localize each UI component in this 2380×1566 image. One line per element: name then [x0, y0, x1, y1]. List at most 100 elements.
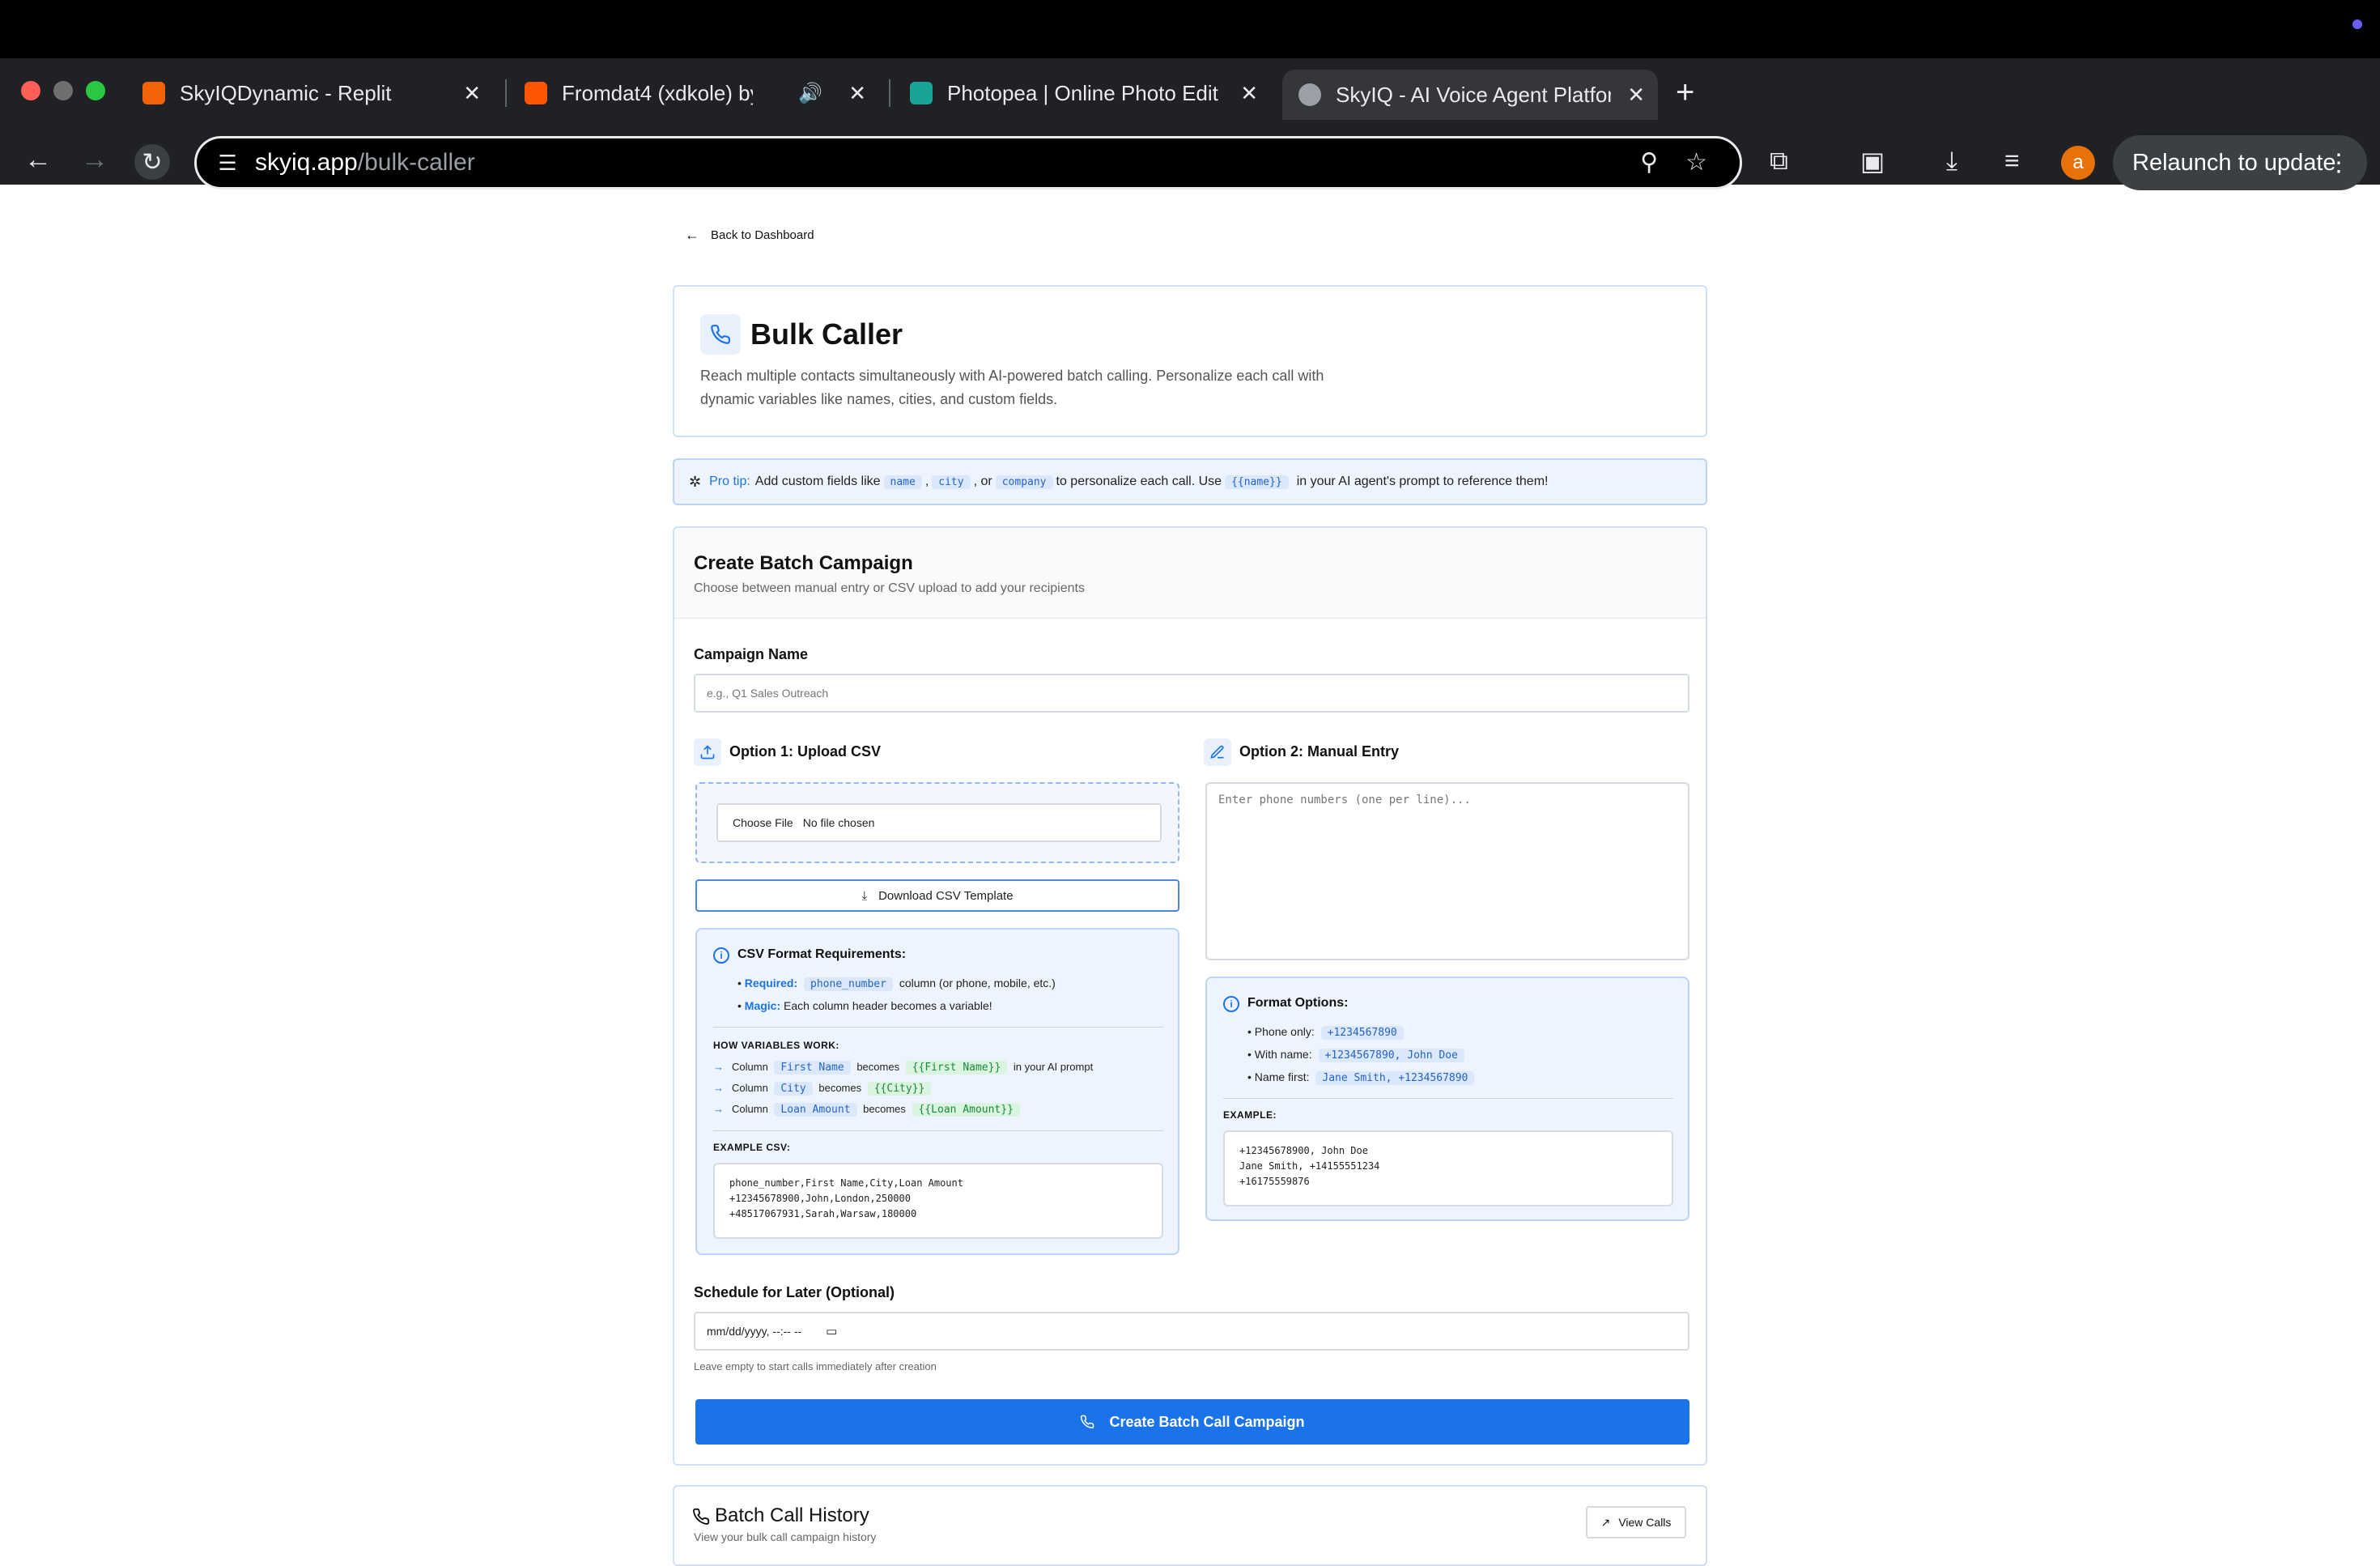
page-header-card: Bulk Caller Reach multiple contacts simu… — [673, 285, 1707, 437]
profile-avatar[interactable]: a — [2061, 146, 2095, 180]
phone-icon — [700, 314, 741, 355]
globe-icon — [1298, 83, 1321, 106]
info-icon: i — [1223, 996, 1239, 1012]
sparkle-icon: ✲ — [689, 473, 702, 490]
pro-tip-label: Pro tip: — [709, 474, 750, 488]
back-arrow-icon[interactable]: ← — [24, 144, 52, 176]
tab-title: SkyIQDynamic - Replit — [180, 80, 392, 105]
campaign-name-input[interactable]: e.g., Q1 Sales Outreach — [694, 674, 1689, 713]
history-title: Batch Call History — [715, 1504, 869, 1526]
format-options-box: i Format Options: • Phone only: +1234567… — [1205, 977, 1689, 1221]
kebab-menu-icon[interactable]: ⋮ — [2327, 149, 2351, 177]
page-title: Bulk Caller — [750, 317, 903, 351]
example-manual-code: +12345678900, John Doe Jane Smith, +1415… — [1223, 1130, 1673, 1206]
phone-icon — [1081, 1415, 1094, 1429]
divider — [713, 1027, 1163, 1028]
tab-title: Fromdat4 (xdkole) by Sk8 — [562, 80, 753, 105]
url-text[interactable]: skyiq.app/bulk-caller — [255, 149, 475, 177]
back-label: Back to Dashboard — [711, 228, 814, 242]
schedule-value: mm/dd/yyyy, --:-- -- — [707, 1325, 802, 1338]
tab-divider — [889, 79, 890, 107]
download-csv-template-button[interactable]: ⤓ Download CSV Template — [695, 879, 1179, 912]
close-tab-icon[interactable]: ✕ — [1627, 83, 1645, 108]
variable-row: → Column Loan Amount becomes {{Loan Amoun… — [713, 1103, 1023, 1117]
new-tab-button[interactable]: + — [1676, 74, 1694, 111]
view-calls-button[interactable]: ↗ View Calls — [1586, 1506, 1686, 1538]
schedule-datetime-input[interactable]: mm/dd/yyyy, --:-- -- ▭ — [694, 1312, 1689, 1351]
edit-pencil-icon — [1204, 738, 1231, 766]
close-window-icon[interactable] — [21, 81, 40, 100]
csv-req-title: CSV Format Requirements: — [737, 947, 907, 961]
tip-text: , or — [973, 474, 992, 488]
back-to-dashboard-link[interactable]: ← Back to Dashboard — [685, 227, 814, 244]
zoom-icon[interactable]: ⚲ — [1640, 148, 1658, 177]
file-input[interactable]: Choose File No file chosen — [716, 803, 1162, 842]
tab-skyiq[interactable]: SkyIQ - AI Voice Agent Platform ✕ — [1282, 70, 1658, 120]
req-required: • Required: phone_number column (or phon… — [737, 977, 1056, 991]
close-tab-icon[interactable]: ✕ — [848, 81, 866, 106]
tab-photopea[interactable]: Photopea | Online Photo Editor ✕ — [899, 70, 1271, 117]
tip-chip: name — [883, 474, 922, 489]
tip-text: Add custom fields like — [754, 474, 881, 488]
format-phone-only: • Phone only: +1234567890 — [1247, 1025, 1407, 1040]
media-queue-icon[interactable]: ≡ — [2004, 146, 2020, 176]
forward-arrow-icon[interactable]: → — [81, 144, 108, 176]
upload-icon — [694, 738, 721, 766]
calendar-icon[interactable]: ▭ — [826, 1324, 837, 1338]
tab-title: SkyIQ - AI Voice Agent Platform — [1336, 82, 1611, 107]
create-batch-call-campaign-button[interactable]: Create Batch Call Campaign — [695, 1399, 1689, 1445]
tab-divider — [505, 79, 507, 107]
reload-icon[interactable]: ↻ — [134, 144, 170, 180]
bookmark-star-icon[interactable]: ☆ — [1685, 148, 1707, 177]
photopea-icon — [910, 82, 933, 104]
system-menu-bar — [0, 0, 2380, 58]
req-magic: • Magic: Each column header becomes a va… — [737, 999, 992, 1012]
example-csv-code: phone_number,First Name,City,Loan Amount… — [713, 1163, 1163, 1239]
minimize-window-icon[interactable] — [53, 81, 73, 100]
manual-entry-textarea[interactable]: Enter phone numbers (one per line)... — [1205, 782, 1689, 960]
schedule-label: Schedule for Later (Optional) — [694, 1284, 895, 1300]
soundcloud-icon — [525, 82, 547, 104]
download-icon[interactable]: ⤓ — [1946, 146, 1957, 177]
tab-title: Photopea | Online Photo Editor — [947, 80, 1219, 105]
how-variables-title: HOW VARIABLES WORK: — [713, 1040, 839, 1051]
option1-title: Option 1: Upload CSV — [729, 743, 881, 760]
info-icon: i — [713, 947, 729, 964]
download-label: Download CSV Template — [878, 888, 1014, 903]
address-bar[interactable]: ☰ skyiq.app/bulk-caller ⚲ ☆ — [194, 136, 1742, 189]
example-csv-title: EXAMPLE CSV: — [713, 1142, 791, 1153]
variable-row: → Column First Name becomes {{First Name}… — [713, 1061, 1094, 1074]
pro-tip-banner: ✲ Pro tip: Add custom fields like name , … — [673, 458, 1707, 505]
file-status: No file chosen — [802, 816, 875, 829]
speaker-icon[interactable]: 🔊 — [798, 82, 822, 105]
tab-replit[interactable]: SkyIQDynamic - Replit ✕ — [130, 70, 494, 117]
close-tab-icon[interactable]: ✕ — [463, 81, 481, 106]
divider — [713, 1130, 1163, 1131]
close-tab-icon[interactable]: ✕ — [1240, 81, 1258, 106]
format-options-title: Format Options: — [1247, 996, 1349, 1010]
history-subtitle: View your bulk call campaign history — [694, 1530, 877, 1543]
variable-row: → Column City becomes {{City}} — [713, 1082, 934, 1096]
create-batch-campaign-card: Create Batch Campaign Choose between man… — [673, 526, 1707, 1466]
tip-text: to personalize each call. Use — [1056, 474, 1222, 488]
format-with-name: • With name: +1234567890, John Doe — [1247, 1048, 1468, 1062]
tab-soundcloud[interactable]: Fromdat4 (xdkole) by Sk8 🔊 ✕ — [515, 70, 879, 117]
zoom-window-icon[interactable] — [86, 81, 105, 100]
option2-title: Option 2: Manual Entry — [1239, 743, 1400, 760]
relaunch-button[interactable]: Relaunch to update ⋮ — [2113, 135, 2367, 190]
format-name-first: • Name first: Jane Smith, +1234567890 — [1247, 1070, 1477, 1085]
extensions-icon[interactable]: ⧉ — [1770, 146, 1788, 177]
card-subtitle: Choose between manual entry or CSV uploa… — [694, 581, 1085, 595]
tip-chip: {{name}} — [1225, 474, 1289, 489]
search-tab-icon[interactable]: ▣ — [1860, 146, 1885, 177]
download-icon: ⤓ — [861, 888, 868, 903]
tip-chip: company — [995, 474, 1053, 489]
choose-file-button[interactable]: Choose File — [733, 816, 793, 829]
card-header: Create Batch Campaign Choose between man… — [674, 528, 1706, 619]
csv-dropzone[interactable]: Choose File No file chosen — [695, 782, 1179, 863]
external-link-icon: ↗ — [1600, 1515, 1611, 1529]
campaign-name-label: Campaign Name — [694, 646, 809, 662]
view-calls-label: View Calls — [1618, 1516, 1672, 1529]
schedule-hint: Leave empty to start calls immediately a… — [694, 1360, 937, 1372]
site-settings-icon[interactable]: ☰ — [211, 147, 244, 179]
